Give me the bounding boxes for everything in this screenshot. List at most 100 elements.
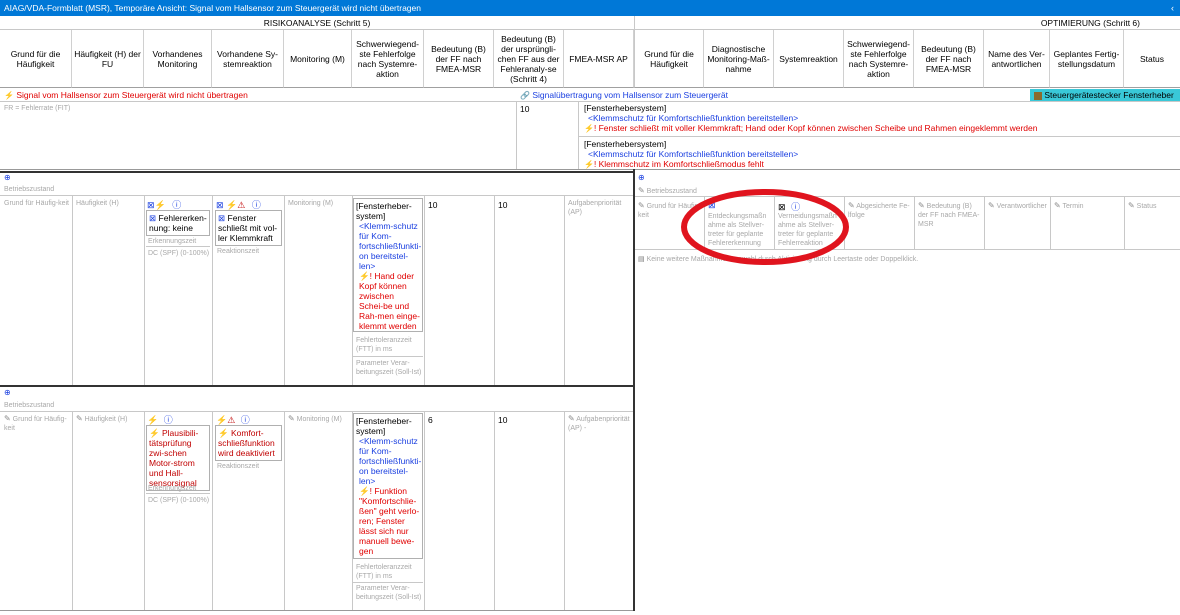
col-header-worst-effect[interactable]: Schwerwiegend-ste Fehlerfolge nach Syste… [352, 30, 424, 88]
block1-monitoring-box[interactable]: ⊠ Fehlererken-nung: keine [146, 210, 210, 236]
plausibility-icon[interactable]: ⚡ [147, 415, 158, 425]
failure-cause-row[interactable]: ⚡ Signal vom Hallsensor zum Steuergerät … [4, 89, 516, 101]
element-badge[interactable]: Steuergerätestecker Fensterheber [1030, 89, 1180, 101]
block1-operating-state[interactable]: Betriebszustand [4, 185, 54, 194]
col-header-frequency[interactable]: Häufigkeit (H) der FU [72, 30, 144, 88]
effect-entry-1[interactable]: [Fensterhebersystem] <Klemmschutz für Ko… [584, 103, 1174, 134]
block2-reason-field[interactable]: ✎ Grund für Häufig-keit [4, 414, 70, 433]
info-icon[interactable]: ⓘ [241, 415, 250, 425]
block1-param-field[interactable]: Parameter Verar-beitungszeit (Soll-Ist) [356, 359, 422, 377]
function-row[interactable]: 🔗 Signalübertragung vom Hallsensor zum S… [520, 89, 1020, 101]
failure-cause-text: Signal vom Hallsensor zum Steuergerät wi… [16, 90, 248, 100]
reaction-type-icon: ⊠ [218, 213, 226, 223]
collapse-icon[interactable]: ‹ [1171, 0, 1174, 16]
reaction-link-icon[interactable]: ⚡⚠ [226, 200, 245, 210]
reaction-type-icon: ⚡ [218, 428, 229, 438]
diagnose-icon[interactable]: ⊠ [216, 200, 224, 210]
info-icon[interactable]: ⓘ [172, 200, 181, 210]
opt-sysref-icon[interactable]: ⊕ [638, 173, 645, 182]
opt-severity-field[interactable]: ✎ Bedeutung (B) der FF nach FMEA-MSR [918, 201, 982, 229]
block2-ap-field[interactable]: ✎ Aufgabenpriorität (AP) - [568, 414, 632, 433]
fit-label[interactable]: FR = Fehlerrate (FIT) [4, 104, 70, 113]
block2-severity-original: 10 [498, 415, 508, 425]
col-header-opt-responsible[interactable]: Name des Ver-antwortlichen [984, 30, 1050, 88]
function-text: Signalübertragung vom Hallsensor zum Ste… [532, 90, 728, 100]
highlight-oval-annotation [681, 189, 849, 265]
effect-entry-2[interactable]: [Fensterhebersystem] <Klemmschutz für Ko… [584, 139, 1174, 170]
col-header-reason[interactable]: Grund für die Häufigkeit [0, 30, 72, 88]
block2-detection-time[interactable]: Erkennungszeit [148, 484, 196, 493]
effect-2-failure: Klemmschutz im Komfortschließmodus fehlt [598, 159, 764, 169]
block1-monitoring-text: Fehlererken-nung: keine [149, 213, 207, 233]
effect-1-failure: Fenster schließt mit voller Klemmkraft; … [598, 123, 1038, 133]
opt-status-field[interactable]: ✎ Status [1128, 201, 1157, 211]
col-header-severity-msr[interactable]: Bedeutung (B) der FF nach FMEA-MSR [424, 30, 494, 88]
block1-effect-box[interactable]: [Fensterheber-system] <Klemm-schutz für … [353, 198, 423, 332]
block1-detection-time[interactable]: Erkennungszeit [148, 237, 196, 246]
block2-frequency-field[interactable]: ✎ Häufigkeit (H) [76, 414, 127, 424]
block1-reaction-text: Fenster schließt mit vol-ler Klemmkraft [218, 213, 278, 243]
block1-dc-field[interactable]: DC (SPF) (0-100%) [148, 249, 210, 258]
col-header-opt-date[interactable]: Geplantes Fertig-stellungsdatum [1050, 30, 1124, 88]
block2-monitoring-rating[interactable]: ✎ Monitoring (M) [288, 414, 342, 424]
block2-monitoring-box[interactable]: ⚡ Plausibili-tätsprüfung zwi-schen Motor… [146, 425, 210, 491]
failure-effect-icon: ⚡! [584, 160, 597, 169]
block2-reaction-box[interactable]: ⚡ Komfort-schließfunktion wird deaktivie… [215, 425, 282, 461]
block1-monitoring-rating[interactable]: Monitoring (M) [288, 199, 333, 208]
info-icon[interactable]: ⓘ [252, 200, 261, 210]
block2-sysref-icon[interactable]: ⊕ [4, 388, 11, 397]
block1-severity-original: 10 [498, 200, 508, 210]
info-icon[interactable]: ⓘ [164, 415, 173, 425]
col-header-opt-severity[interactable]: Bedeutung (B) der FF nach FMEA-MSR [914, 30, 984, 88]
block2-dc-field[interactable]: DC (SPF) (0-100%) [148, 496, 210, 505]
diagnose-icon[interactable]: ⊠ [147, 200, 155, 210]
col-header-opt-diagnostic[interactable]: Diagnostische Monitoring-Maß-nahme [704, 30, 774, 88]
edit-pencil-icon: ✎ [988, 201, 995, 210]
failure-effect-icon: ⚡! [359, 271, 372, 281]
edit-pencil-icon: ✎ [1054, 201, 1061, 210]
col-header-ap[interactable]: FMEA-MSR AP [564, 30, 634, 88]
edit-pencil-icon: ✎ [568, 414, 575, 423]
block2-severity-msr[interactable]: 6 [428, 415, 433, 425]
block1-ftt-field[interactable]: Fehlertoleranzzeit (FTT) in ms [356, 336, 422, 354]
col-header-monitoring-rating[interactable]: Monitoring (M) [284, 30, 352, 88]
effect-1-function: <Klemmschutz für Komfortschließfunktion … [588, 113, 799, 123]
block1-sysref-icon[interactable]: ⊕ [4, 173, 11, 182]
col-header-opt-worst-effect[interactable]: Schwerwiegend-ste Fehlerfolge nach Syste… [844, 30, 914, 88]
block2-ftt-field[interactable]: Fehlertoleranzzeit (FTT) in ms [356, 563, 422, 581]
opt-date-field[interactable]: ✎ Termin [1054, 201, 1084, 211]
effect-2-system: [Fensterhebersystem] [584, 139, 667, 149]
block2-reaction-time[interactable]: Reaktionszeit [217, 462, 259, 471]
block1-effect-system: [Fensterheber-system] [356, 201, 412, 221]
opt-responsible-field[interactable]: ✎ Verantwortlicher [988, 201, 1047, 211]
edit-pencil-icon: ✎ [918, 201, 925, 210]
block1-reaction-time[interactable]: Reaktionszeit [217, 247, 259, 256]
col-header-system-reaction[interactable]: Vorhandene Sy-stemreaktion [212, 30, 284, 88]
element-text: Steuergerätestecker Fensterheber [1044, 90, 1174, 100]
edit-pencil-icon: ✎ [288, 414, 295, 423]
col-header-opt-reaction[interactable]: Systemreaktion [774, 30, 844, 88]
col-header-monitoring[interactable]: Vorhandenes Monitoring [144, 30, 212, 88]
block2-effect-box[interactable]: [Fensterheber-system] <Klemm-schutz für … [353, 413, 423, 559]
edit-pencil-icon: ✎ [1128, 201, 1135, 210]
reaction-link-icon[interactable]: ⚡⚠ [216, 415, 235, 425]
block2-effect-system: [Fensterheber-system] [356, 416, 412, 436]
opt-secured-effect-field[interactable]: ✎ Abgesicherte Fe-lfolge [848, 201, 912, 220]
col-header-opt-status[interactable]: Status [1124, 30, 1180, 88]
col-header-opt-reason[interactable]: Grund für die Häufigkeit [634, 30, 704, 88]
block1-ap-field[interactable]: Aufgabenpriorität (AP) [568, 199, 632, 217]
failure-cause-icon: ⚡ [4, 91, 14, 100]
block1-reaction-box[interactable]: ⊠ Fenster schließt mit vol-ler Klemmkraf… [215, 210, 282, 246]
failure-link-icon[interactable]: ⚡ [155, 200, 166, 210]
function-link-icon: 🔗 [520, 91, 530, 100]
col-header-severity-original[interactable]: Bedeutung (B) der ursprüngli-chen FF aus… [494, 30, 564, 88]
window-title: AIAG/VDA-Formblatt (MSR), Temporäre Ansi… [4, 3, 421, 13]
block2-effect-failure: Funktion "Komfortschlie-ßen" geht verlo-… [359, 486, 420, 556]
block1-severity-msr[interactable]: 10 [428, 200, 437, 210]
block1-reason-field[interactable]: Grund für Häufig-keit [4, 199, 70, 208]
block1-frequency-field[interactable]: Häufigkeit (H) [76, 199, 119, 208]
edit-pencil-icon: ✎ [638, 186, 645, 195]
block2-param-field[interactable]: Parameter Verar-beitungszeit (Soll-Ist) [356, 584, 422, 602]
block2-operating-state[interactable]: Betriebszustand [4, 401, 54, 410]
monitoring-type-icon: ⊠ [149, 213, 157, 223]
